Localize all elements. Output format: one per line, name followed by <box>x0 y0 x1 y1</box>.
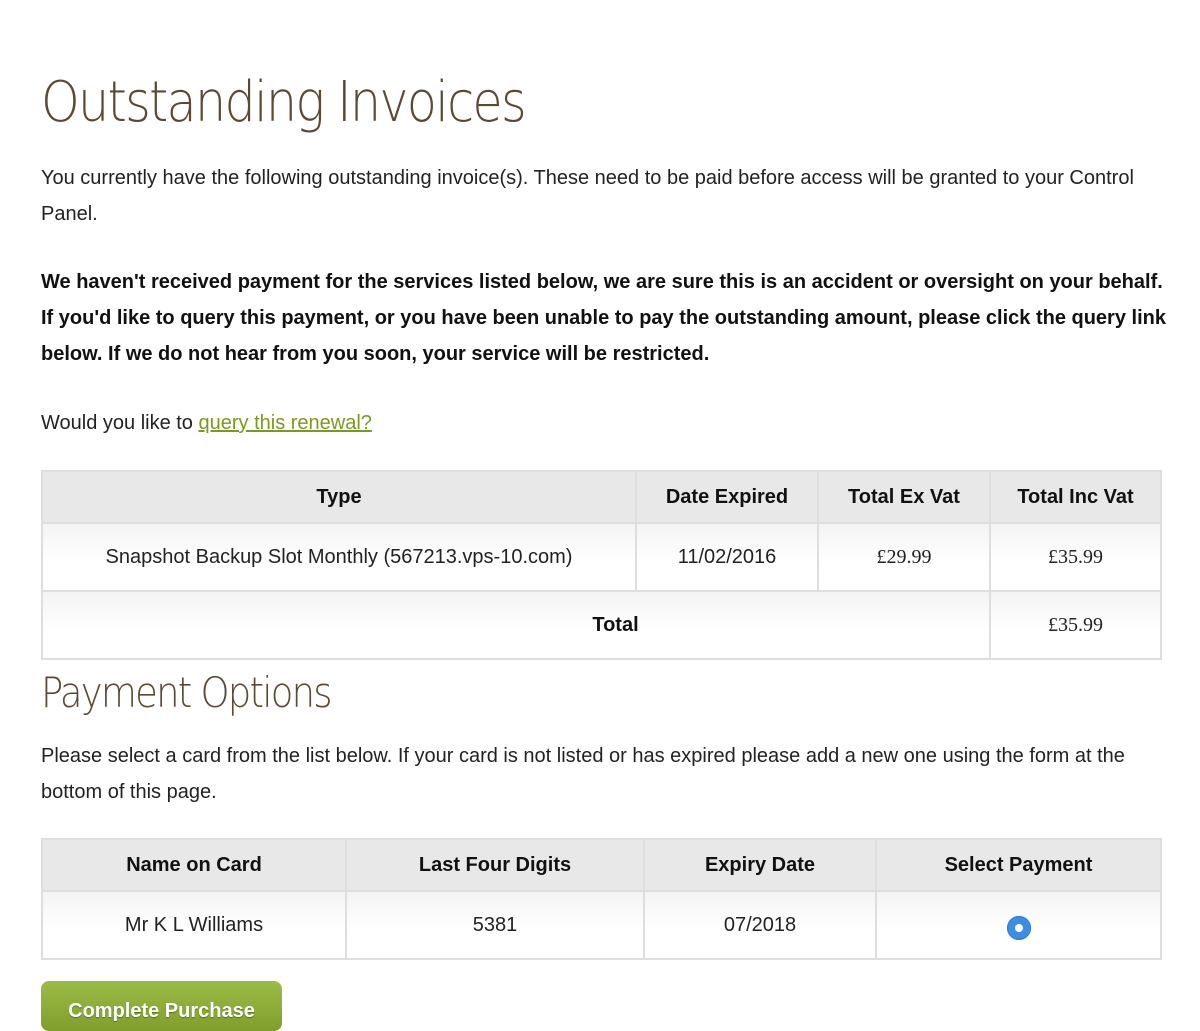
payment-options-title: Payment Options <box>41 668 333 717</box>
header-total-ex-vat: Total Ex Vat <box>817 470 991 524</box>
header-date-expired: Date Expired <box>635 470 819 524</box>
card-table: Name on Card Last Four Digits Expiry Dat… <box>41 838 1162 960</box>
page-title: Outstanding Invoices <box>41 70 527 135</box>
invoice-header-row: Type Date Expired Total Ex Vat Total Inc… <box>41 470 1162 524</box>
card-select-cell <box>875 890 1162 960</box>
payment-notice: We haven't received payment for the serv… <box>41 271 1166 365</box>
card-last-four: 5381 <box>345 890 645 960</box>
query-renewal-link[interactable]: query this renewal? <box>199 412 372 434</box>
intro-text: You currently have the following outstan… <box>41 167 1134 225</box>
total-row: Total £35.99 <box>41 590 1162 660</box>
invoice-date-expired: 11/02/2016 <box>635 522 819 592</box>
query-prefix: Would you like to <box>41 412 199 434</box>
invoice-total-inc-vat: £35.99 <box>989 522 1162 592</box>
total-label: Total <box>41 590 991 660</box>
card-header-row: Name on Card Last Four Digits Expiry Dat… <box>41 838 1162 892</box>
table-row: Snapshot Backup Slot Monthly (567213.vps… <box>41 522 1162 592</box>
query-prompt: Would you like to query this renewal? <box>41 405 372 441</box>
card-name: Mr K L Williams <box>41 890 347 960</box>
invoice-total-ex-vat: £29.99 <box>817 522 991 592</box>
invoice-table: Type Date Expired Total Ex Vat Total Inc… <box>41 470 1162 660</box>
header-type: Type <box>41 470 637 524</box>
payment-instructions: Please select a card from the list below… <box>41 745 1125 803</box>
complete-purchase-button[interactable]: Complete Purchase <box>41 981 282 1031</box>
header-name-on-card: Name on Card <box>41 838 347 892</box>
header-select-payment: Select Payment <box>875 838 1162 892</box>
header-expiry-date: Expiry Date <box>643 838 877 892</box>
header-last-four: Last Four Digits <box>345 838 645 892</box>
invoice-type: Snapshot Backup Slot Monthly (567213.vps… <box>41 522 637 592</box>
header-total-inc-vat: Total Inc Vat <box>989 470 1162 524</box>
total-value: £35.99 <box>989 590 1162 660</box>
card-expiry: 07/2018 <box>643 890 877 960</box>
select-payment-radio[interactable] <box>1006 916 1031 940</box>
table-row: Mr K L Williams 5381 07/2018 <box>41 890 1162 960</box>
